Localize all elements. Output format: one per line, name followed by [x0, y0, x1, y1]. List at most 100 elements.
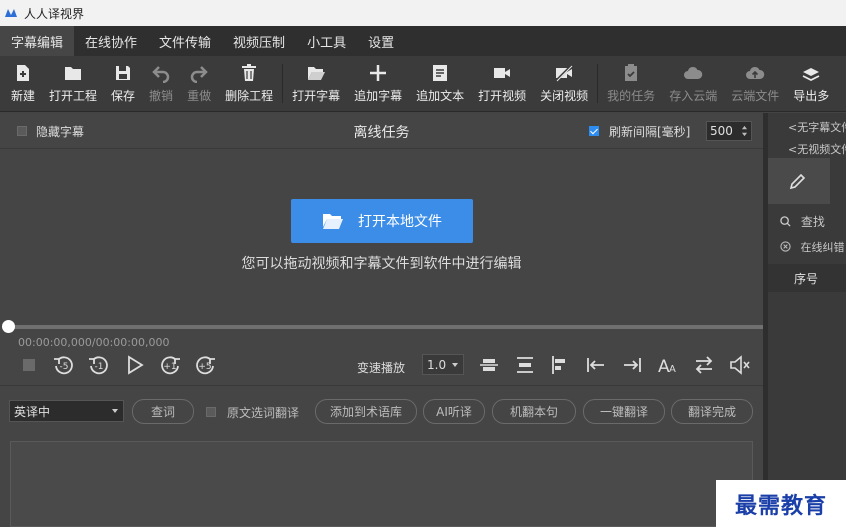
speed-select[interactable]: 1.0	[422, 354, 464, 375]
language-select[interactable]: 英译中	[9, 400, 124, 422]
arrow-to-end-icon	[624, 358, 641, 372]
undo-label: 撤销	[149, 89, 174, 103]
plus-icon	[370, 65, 387, 81]
open-project-button[interactable]: 打开工程	[42, 56, 104, 111]
menu-bar: 字幕编辑 在线协作 文件传输 视频压制 小工具 设置	[0, 26, 846, 56]
open-subtitle-button[interactable]: 打开字幕	[285, 56, 347, 111]
forward-5s-button[interactable]: +5	[193, 353, 217, 377]
delete-project-button[interactable]: 删除工程	[218, 56, 280, 111]
lookup-button[interactable]: 查词	[132, 399, 194, 424]
svg-text:-1: -1	[95, 362, 104, 372]
svg-text:+5: +5	[198, 362, 211, 372]
online-check-label: 在线纠错	[800, 241, 845, 254]
edit-tab[interactable]	[768, 158, 830, 204]
svg-text:-5: -5	[60, 362, 69, 372]
save-cloud-label: 存入云端	[669, 89, 718, 103]
add-text-button[interactable]: 追加文本	[409, 56, 471, 111]
search-icon	[780, 216, 791, 227]
right-panel: <无字幕文件 <无视频文件 查找 在线纠错 序号	[768, 113, 846, 527]
save-cloud-button[interactable]: 存入云端	[662, 56, 724, 111]
play-button[interactable]	[123, 353, 147, 377]
align-left-icon	[552, 356, 565, 374]
refresh-interval-spinbox[interactable]: 500	[706, 121, 752, 141]
stop-icon	[23, 359, 35, 371]
document-icon	[433, 65, 448, 81]
one-click-translate-button[interactable]: 一键翻译	[583, 399, 665, 424]
my-tasks-button[interactable]: 我的任务	[600, 56, 662, 111]
ai-listen-button[interactable]: AI听译	[423, 399, 485, 424]
align-vertical-center-button[interactable]	[477, 353, 501, 377]
add-term-button[interactable]: 添加到术语库	[315, 399, 417, 424]
menu-video-compress[interactable]: 视频压制	[222, 26, 296, 56]
progress-handle[interactable]	[2, 320, 15, 333]
jump-start-button[interactable]	[584, 353, 608, 377]
back-5s-button[interactable]: -5	[52, 353, 76, 377]
undo-icon	[152, 66, 170, 83]
machine-translate-sentence-button[interactable]: 机翻本句	[492, 399, 576, 424]
new-file-icon	[17, 65, 29, 81]
clipboard-check-icon	[625, 64, 638, 81]
jump-end-button[interactable]	[620, 353, 644, 377]
volume-button[interactable]	[728, 353, 752, 377]
watermark: 最需教育	[716, 480, 846, 527]
menu-online-collab[interactable]: 在线协作	[74, 26, 148, 56]
open-subtitle-label: 打开字幕	[292, 89, 341, 103]
delete-project-label: 删除工程	[225, 89, 274, 103]
no-video-file-text: <无视频文件	[788, 143, 846, 156]
refresh-interval-checkbox[interactable]	[589, 126, 599, 136]
window-title: 人人译视界	[24, 6, 85, 21]
source-word-checkbox[interactable]	[206, 407, 216, 417]
save-label: 保存	[111, 89, 136, 103]
playback-controls: -5 -1 +1 +5 变速播放 1.0 A A	[0, 349, 763, 381]
undo-button[interactable]: 撤销	[142, 56, 180, 111]
add-subtitle-button[interactable]: 追加字幕	[347, 56, 409, 111]
forward-1-icon: +1	[161, 356, 180, 375]
sequence-column-header[interactable]: 序号	[768, 264, 846, 292]
forward-1s-button[interactable]: +1	[158, 353, 182, 377]
source-word-label: 原文选词翻译	[227, 406, 300, 420]
font-size-button[interactable]: AA	[656, 353, 680, 377]
new-button[interactable]: 新建	[4, 56, 42, 111]
svg-text:+1: +1	[163, 362, 176, 372]
menu-file-transfer[interactable]: 文件传输	[148, 26, 222, 56]
menu-subtitle-edit[interactable]: 字幕编辑	[0, 26, 75, 56]
online-check-row[interactable]: 在线纠错	[780, 239, 846, 255]
open-local-file-button[interactable]: 打开本地文件	[291, 199, 473, 243]
export-button[interactable]: 导出多	[786, 56, 836, 111]
export-stack-icon	[802, 68, 820, 82]
forward-5-icon: +5	[196, 356, 215, 375]
close-circle-icon	[780, 241, 791, 252]
progress-track[interactable]	[8, 325, 763, 329]
spin-arrows-icon[interactable]	[741, 125, 748, 137]
align-horizontal-center-button[interactable]	[513, 353, 537, 377]
open-video-button[interactable]: 打开视频	[471, 56, 533, 111]
play-icon	[128, 355, 144, 375]
toolbar-separator	[597, 64, 599, 103]
redo-button[interactable]: 重做	[180, 56, 218, 111]
app-logo-icon	[5, 9, 17, 17]
save-button[interactable]: 保存	[104, 56, 142, 111]
swap-button[interactable]	[692, 353, 716, 377]
back-1s-button[interactable]: -1	[87, 353, 111, 377]
toolbar-separator	[282, 64, 284, 103]
video-area[interactable]: 打开本地文件 您可以拖动视频和字幕文件到软件中进行编辑	[0, 150, 763, 323]
menu-settings[interactable]: 设置	[357, 26, 405, 56]
translation-done-button[interactable]: 翻译完成	[671, 399, 753, 424]
close-video-label: 关闭视频	[540, 89, 589, 103]
menu-tools[interactable]: 小工具	[296, 26, 357, 56]
folder-open-icon	[323, 214, 343, 229]
folder-icon	[65, 67, 82, 80]
close-video-button[interactable]: 关闭视频	[533, 56, 595, 111]
refresh-interval-label: 刷新间隔[毫秒]	[609, 125, 691, 139]
align-center-h-icon	[517, 357, 533, 373]
align-left-button[interactable]	[548, 353, 572, 377]
rewind-5-icon: -5	[54, 356, 73, 375]
translation-edit-area[interactable]	[10, 441, 753, 527]
font-size-icon: AA	[658, 357, 676, 377]
time-readout: 00:00:00,000/00:00:00,000	[18, 336, 170, 349]
drag-hint: 您可以拖动视频和字幕文件到软件中进行编辑	[241, 256, 522, 272]
chevron-down-icon	[112, 409, 118, 413]
stop-button[interactable]	[18, 353, 42, 377]
cloud-files-button[interactable]: 云端文件	[724, 56, 786, 111]
search-row[interactable]: 查找	[780, 213, 846, 230]
